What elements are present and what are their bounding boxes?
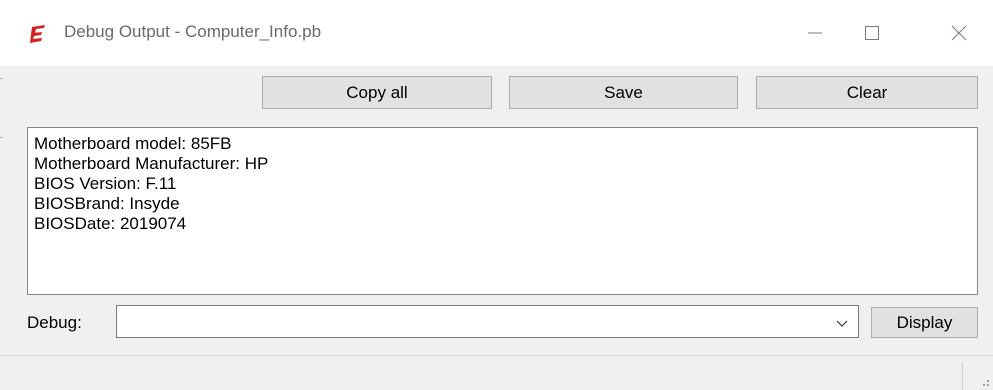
border-tick (0, 78, 3, 79)
status-divider (962, 362, 963, 390)
close-button[interactable] (929, 0, 989, 66)
output-line[interactable]: Motherboard model: 85FB (34, 134, 971, 154)
resize-grip-icon[interactable] (978, 374, 990, 390)
maximize-button[interactable] (842, 0, 902, 66)
minimize-button[interactable] (785, 0, 845, 66)
minimize-icon (807, 25, 823, 41)
debug-output-list[interactable]: Motherboard model: 85FB Motherboard Manu… (27, 127, 978, 295)
close-icon (951, 25, 967, 41)
clear-button[interactable]: Clear (756, 76, 978, 109)
debug-label: Debug: (27, 313, 82, 332)
status-bar (0, 355, 993, 390)
debug-output-window: Debug Output - Computer_Info.pb Copy all… (0, 0, 993, 390)
save-button[interactable]: Save (509, 76, 738, 109)
copy-all-button[interactable]: Copy all (262, 76, 492, 109)
purebasic-e-icon (29, 24, 47, 44)
title-bar[interactable]: Debug Output - Computer_Info.pb (0, 0, 993, 66)
output-line[interactable]: BIOS Version: F.11 (34, 174, 971, 194)
display-button[interactable]: Display (871, 307, 978, 338)
maximize-icon (864, 25, 880, 41)
output-line[interactable]: Motherboard Manufacturer: HP (34, 154, 971, 174)
debug-combobox[interactable] (116, 305, 859, 338)
chevron-down-icon[interactable] (836, 316, 848, 334)
output-line[interactable]: BIOSDate: 2019074 (34, 214, 971, 234)
window-title: Debug Output - Computer_Info.pb (64, 22, 322, 41)
output-line[interactable]: BIOSBrand: Insyde (34, 194, 971, 214)
border-tick (0, 137, 3, 138)
